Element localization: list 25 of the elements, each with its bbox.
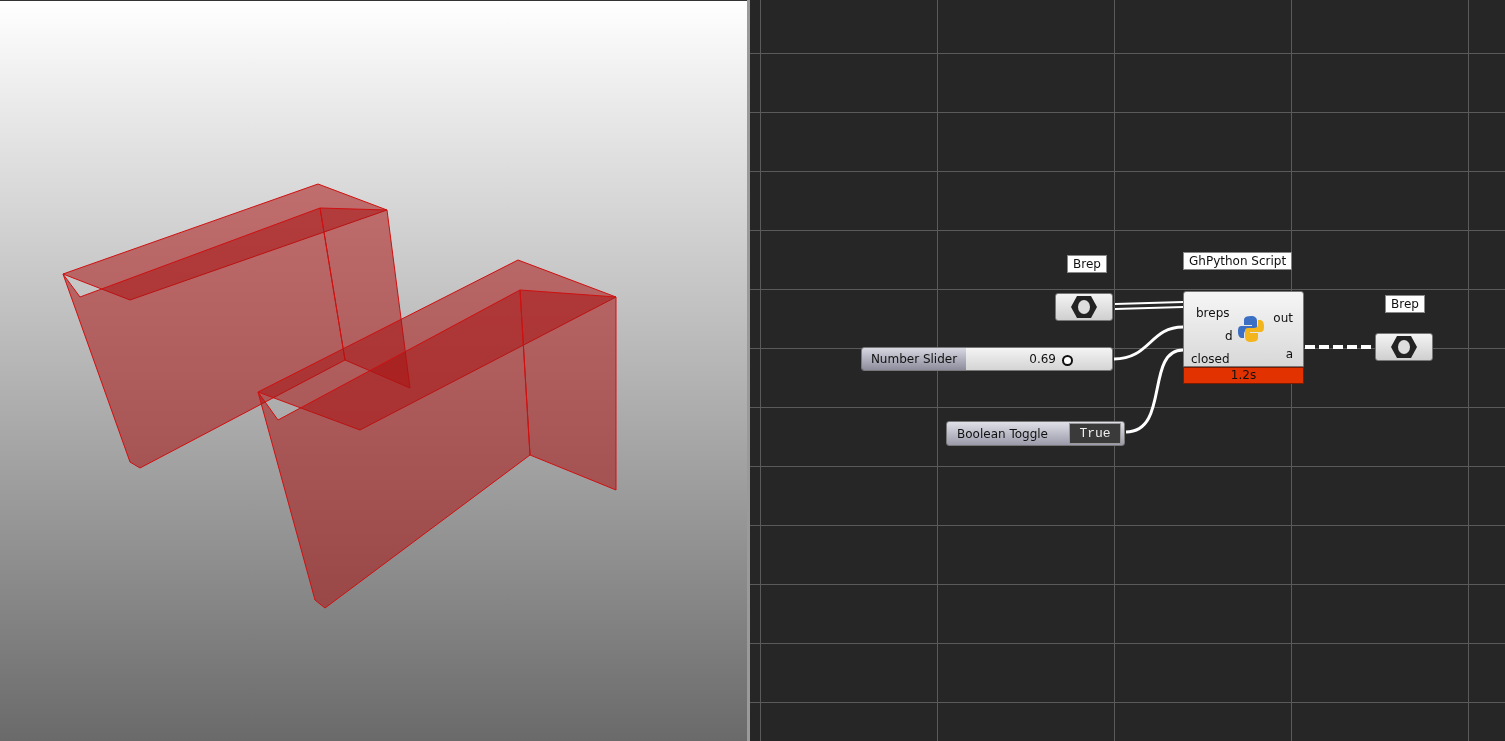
- component-label: GhPython Script: [1183, 252, 1293, 270]
- slider-value: 0.69: [1029, 352, 1056, 366]
- wire: [1305, 345, 1373, 349]
- wire: [1114, 301, 1184, 310]
- runtime-bar: 1.2s: [1183, 367, 1304, 384]
- python-logo-icon: [1236, 314, 1266, 344]
- component-label: Brep: [1067, 255, 1107, 273]
- toggle-label: Boolean Toggle: [956, 426, 1049, 441]
- hexagon-icon: [1070, 295, 1098, 319]
- slider-label: Number Slider: [862, 348, 966, 370]
- number-slider[interactable]: Number Slider 0.69: [861, 347, 1113, 371]
- python-script-component[interactable]: breps d closed out a: [1183, 291, 1304, 367]
- output-parameter[interactable]: out: [1273, 311, 1293, 325]
- input-parameter[interactable]: closed: [1191, 352, 1230, 366]
- component-label: Brep: [1385, 295, 1425, 313]
- brep-parameter-node[interactable]: [1055, 293, 1113, 321]
- output-parameter[interactable]: a: [1285, 347, 1293, 361]
- slider-track[interactable]: 0.69: [966, 348, 1112, 370]
- hexagon-icon: [1390, 335, 1418, 359]
- input-parameter[interactable]: breps: [1196, 306, 1230, 320]
- toggle-value[interactable]: True: [1069, 423, 1121, 444]
- brep-parameter-node[interactable]: [1375, 333, 1433, 361]
- input-parameter[interactable]: d: [1225, 329, 1233, 343]
- slider-thumb[interactable]: [1061, 355, 1073, 366]
- boolean-toggle[interactable]: Boolean Toggle True: [946, 421, 1125, 446]
